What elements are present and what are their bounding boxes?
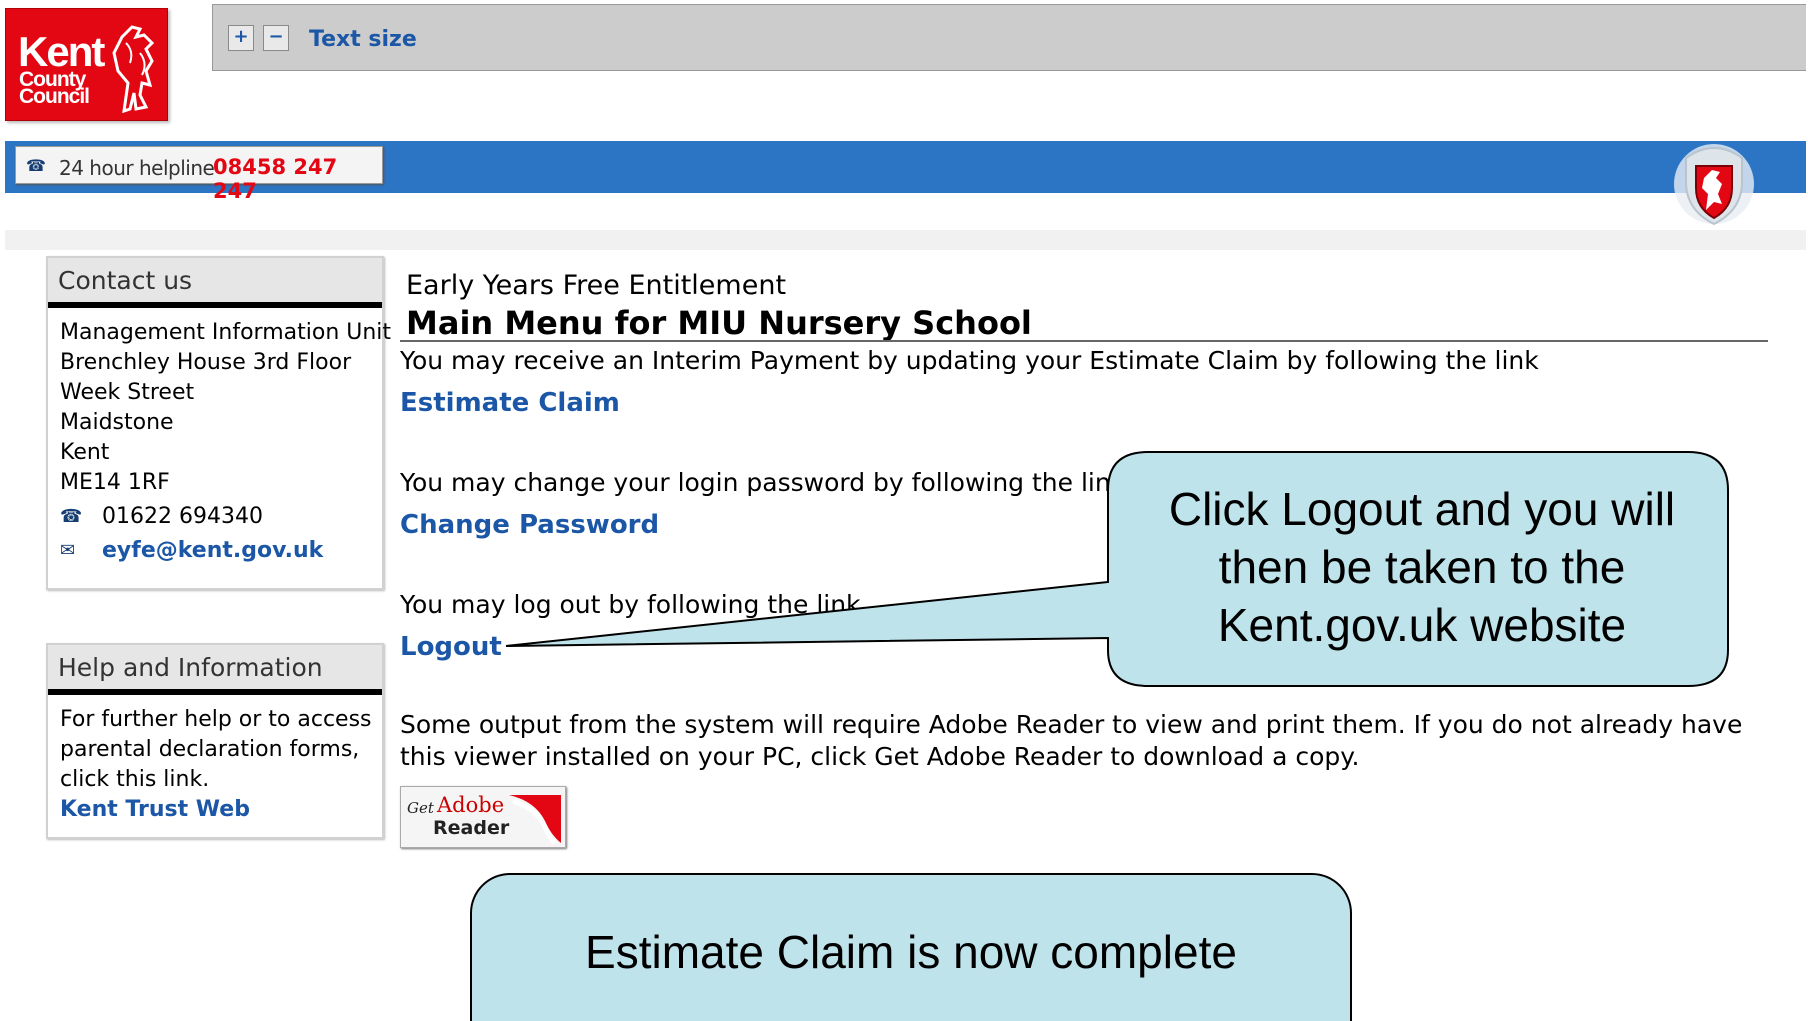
help-line: For further help or to access xyxy=(60,707,372,732)
kent-horse-logo-icon xyxy=(112,25,155,113)
contact-line: Kent xyxy=(60,440,110,465)
kent-county-council-logo[interactable]: Kent County Council xyxy=(5,8,168,121)
adobe-get-label: Get xyxy=(407,799,434,817)
help-line: parental declaration forms, xyxy=(60,737,360,762)
estimate-claim-text: You may receive an Interim Payment by up… xyxy=(400,346,1539,375)
logout-link[interactable]: Logout xyxy=(400,632,502,662)
callout-line: then be taken to the xyxy=(1218,541,1626,593)
contact-phone: 01622 694340 xyxy=(102,504,263,529)
adobe-reader-label: Reader xyxy=(433,817,510,839)
adobe-reader-text: Some output from the system will require… xyxy=(400,710,1743,771)
contact-line: Maidstone xyxy=(60,410,174,435)
get-adobe-reader-button[interactable]: Get Adobe Reader xyxy=(400,786,566,848)
logo-text-county-council: County Council xyxy=(19,68,90,108)
increase-text-size-button[interactable]: + xyxy=(228,25,254,51)
phone-icon: ☎ xyxy=(60,506,83,527)
contact-us-panel: Contact us Management Information Unit B… xyxy=(46,256,392,590)
text-size-bar: + − Text size xyxy=(212,4,1806,71)
estimate-claim-link[interactable]: Estimate Claim xyxy=(400,388,620,418)
email-icon: ✉ xyxy=(60,540,76,561)
estimate-complete-text: Estimate Claim is now complete xyxy=(585,926,1237,978)
contact-line: Brenchley House 3rd Floor xyxy=(60,350,352,375)
contact-email-row: ✉ eyfe@kent.gov.uk xyxy=(60,536,370,566)
help-information-heading: Help and Information xyxy=(48,645,382,695)
decrease-text-size-button[interactable]: − xyxy=(263,25,289,51)
helpline-label: 24 hour helpline xyxy=(59,156,215,180)
adobe-reader-logo-icon xyxy=(509,795,561,845)
contact-line: Week Street xyxy=(60,380,195,405)
contact-line: Management Information Unit xyxy=(60,320,392,345)
helpline-bar: ☎ 24 hour helpline 08458 247 247 xyxy=(5,141,1806,203)
page-title: Main Menu for MIU Nursery School xyxy=(406,304,1032,342)
helpline-box: ☎ 24 hour helpline 08458 247 247 xyxy=(15,146,383,203)
helpline-number: 08458 247 247 xyxy=(213,155,338,203)
contact-us-heading: Contact us xyxy=(48,258,382,308)
estimate-complete-callout: Estimate Claim is now complete xyxy=(470,873,1352,1021)
contact-phone-row: ☎ 01622 694340 xyxy=(60,502,370,532)
adobe-name-label: Adobe xyxy=(437,793,505,817)
logout-callout-text: Click Logout and you will then be taken … xyxy=(1112,480,1732,654)
phone-icon: ☎ xyxy=(26,156,46,175)
kent-crest-icon xyxy=(1674,144,1754,226)
section-title: Early Years Free Entitlement xyxy=(406,270,787,301)
text-size-label: Text size xyxy=(309,27,417,52)
contact-us-body: Management Information Unit Brenchley Ho… xyxy=(48,308,392,576)
contact-line: ME14 1RF xyxy=(60,470,170,495)
help-line: click this link. xyxy=(60,767,210,792)
callout-line: Kent.gov.uk website xyxy=(1217,599,1627,651)
title-divider xyxy=(400,340,1768,342)
help-information-panel: Help and Information For further help or… xyxy=(46,643,384,839)
help-information-body: For further help or to access parental d… xyxy=(48,695,382,835)
kent-trust-web-link[interactable]: Kent Trust Web xyxy=(60,795,370,825)
callout-line: Click Logout and you will xyxy=(1168,483,1676,535)
logo-text-kent: Kent xyxy=(18,28,105,75)
contact-email-link[interactable]: eyfe@kent.gov.uk xyxy=(102,536,323,566)
divider-strip xyxy=(5,230,1806,250)
